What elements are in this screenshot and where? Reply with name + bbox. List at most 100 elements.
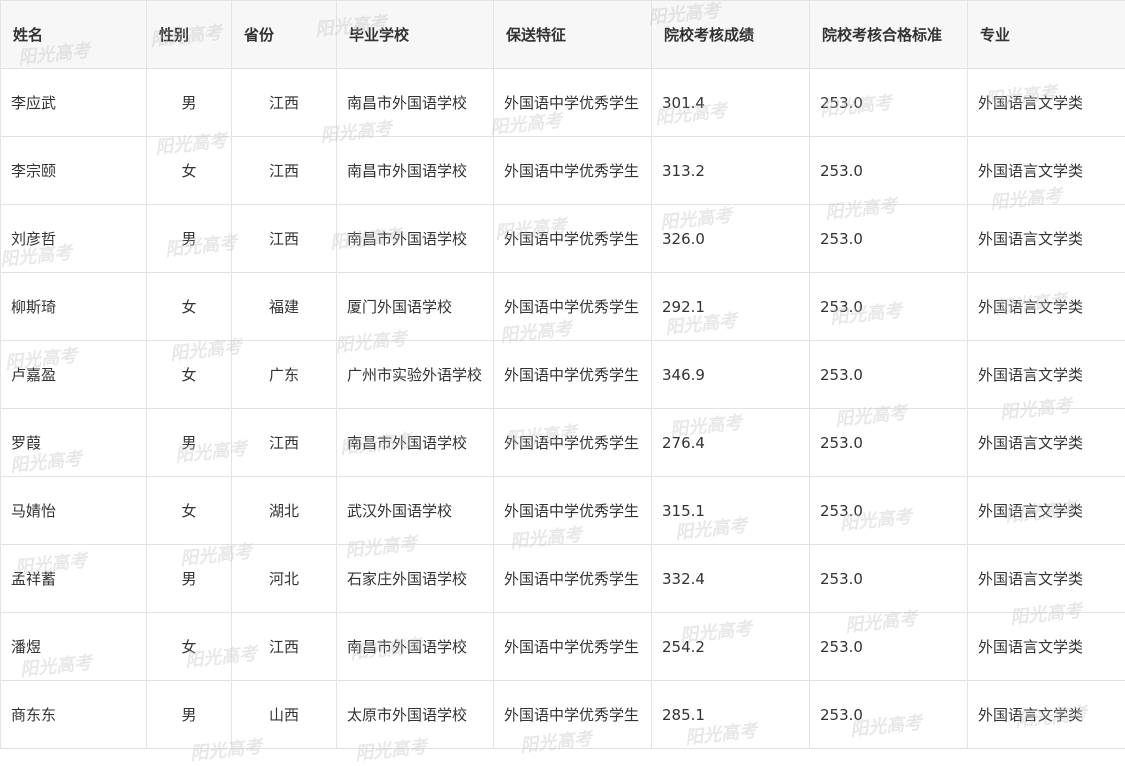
cell-province: 江西 — [232, 137, 337, 205]
cell-name: 卢嘉盈 — [1, 341, 147, 409]
header-name: 姓名 — [1, 1, 147, 69]
admissions-table: 姓名 性别 省份 毕业学校 保送特征 院校考核成绩 院校考核合格标准 专业 李应… — [0, 0, 1125, 749]
cell-feature: 外国语中学优秀学生 — [494, 69, 652, 137]
cell-standard: 253.0 — [810, 137, 968, 205]
cell-gender: 男 — [147, 205, 232, 273]
cell-name: 刘彦哲 — [1, 205, 147, 273]
table-row: 罗葭 男 江西 南昌市外国语学校 外国语中学优秀学生 276.4 253.0 外… — [1, 409, 1125, 477]
cell-province: 山西 — [232, 681, 337, 749]
cell-score: 292.1 — [652, 273, 810, 341]
header-standard: 院校考核合格标准 — [810, 1, 968, 69]
cell-name: 马婧怡 — [1, 477, 147, 545]
cell-gender: 女 — [147, 477, 232, 545]
cell-school: 南昌市外国语学校 — [337, 205, 494, 273]
table-row: 商东东 男 山西 太原市外国语学校 外国语中学优秀学生 285.1 253.0 … — [1, 681, 1125, 749]
cell-major: 外国语言文学类 — [968, 273, 1125, 341]
cell-province: 河北 — [232, 545, 337, 613]
header-row: 姓名 性别 省份 毕业学校 保送特征 院校考核成绩 院校考核合格标准 专业 — [1, 1, 1125, 69]
cell-standard: 253.0 — [810, 545, 968, 613]
cell-province: 湖北 — [232, 477, 337, 545]
table-row: 柳斯琦 女 福建 厦门外国语学校 外国语中学优秀学生 292.1 253.0 外… — [1, 273, 1125, 341]
cell-school: 太原市外国语学校 — [337, 681, 494, 749]
cell-feature: 外国语中学优秀学生 — [494, 477, 652, 545]
cell-province: 江西 — [232, 205, 337, 273]
cell-score: 254.2 — [652, 613, 810, 681]
cell-feature: 外国语中学优秀学生 — [494, 681, 652, 749]
table-row: 刘彦哲 男 江西 南昌市外国语学校 外国语中学优秀学生 326.0 253.0 … — [1, 205, 1125, 273]
cell-school: 南昌市外国语学校 — [337, 137, 494, 205]
table-row: 卢嘉盈 女 广东 广州市实验外语学校 外国语中学优秀学生 346.9 253.0… — [1, 341, 1125, 409]
cell-gender: 女 — [147, 613, 232, 681]
cell-standard: 253.0 — [810, 477, 968, 545]
cell-province: 广东 — [232, 341, 337, 409]
cell-gender: 男 — [147, 681, 232, 749]
cell-name: 商东东 — [1, 681, 147, 749]
cell-name: 李应武 — [1, 69, 147, 137]
cell-school: 厦门外国语学校 — [337, 273, 494, 341]
header-gender: 性别 — [147, 1, 232, 69]
header-major: 专业 — [968, 1, 1125, 69]
cell-province: 江西 — [232, 409, 337, 477]
cell-school: 南昌市外国语学校 — [337, 69, 494, 137]
cell-standard: 253.0 — [810, 205, 968, 273]
cell-major: 外国语言文学类 — [968, 69, 1125, 137]
cell-gender: 男 — [147, 69, 232, 137]
cell-school: 南昌市外国语学校 — [337, 409, 494, 477]
table-row: 马婧怡 女 湖北 武汉外国语学校 外国语中学优秀学生 315.1 253.0 外… — [1, 477, 1125, 545]
header-province: 省份 — [232, 1, 337, 69]
cell-school: 石家庄外国语学校 — [337, 545, 494, 613]
cell-score: 332.4 — [652, 545, 810, 613]
cell-name: 李宗颐 — [1, 137, 147, 205]
cell-name: 孟祥蓄 — [1, 545, 147, 613]
cell-major: 外国语言文学类 — [968, 137, 1125, 205]
cell-major: 外国语言文学类 — [968, 681, 1125, 749]
cell-feature: 外国语中学优秀学生 — [494, 545, 652, 613]
cell-gender: 男 — [147, 409, 232, 477]
cell-major: 外国语言文学类 — [968, 409, 1125, 477]
cell-school: 南昌市外国语学校 — [337, 613, 494, 681]
cell-standard: 253.0 — [810, 613, 968, 681]
cell-score: 285.1 — [652, 681, 810, 749]
table-row: 孟祥蓄 男 河北 石家庄外国语学校 外国语中学优秀学生 332.4 253.0 … — [1, 545, 1125, 613]
cell-feature: 外国语中学优秀学生 — [494, 273, 652, 341]
header-school: 毕业学校 — [337, 1, 494, 69]
table-row: 潘煜 女 江西 南昌市外国语学校 外国语中学优秀学生 254.2 253.0 外… — [1, 613, 1125, 681]
cell-gender: 女 — [147, 341, 232, 409]
cell-feature: 外国语中学优秀学生 — [494, 205, 652, 273]
cell-feature: 外国语中学优秀学生 — [494, 137, 652, 205]
cell-school: 武汉外国语学校 — [337, 477, 494, 545]
cell-score: 346.9 — [652, 341, 810, 409]
cell-feature: 外国语中学优秀学生 — [494, 613, 652, 681]
cell-gender: 女 — [147, 137, 232, 205]
cell-standard: 253.0 — [810, 409, 968, 477]
cell-score: 276.4 — [652, 409, 810, 477]
cell-score: 301.4 — [652, 69, 810, 137]
cell-standard: 253.0 — [810, 273, 968, 341]
cell-major: 外国语言文学类 — [968, 341, 1125, 409]
cell-score: 313.2 — [652, 137, 810, 205]
cell-name: 潘煜 — [1, 613, 147, 681]
cell-standard: 253.0 — [810, 69, 968, 137]
cell-major: 外国语言文学类 — [968, 477, 1125, 545]
cell-province: 江西 — [232, 613, 337, 681]
cell-name: 柳斯琦 — [1, 273, 147, 341]
cell-province: 福建 — [232, 273, 337, 341]
cell-score: 315.1 — [652, 477, 810, 545]
cell-major: 外国语言文学类 — [968, 205, 1125, 273]
cell-major: 外国语言文学类 — [968, 613, 1125, 681]
table-row: 李宗颐 女 江西 南昌市外国语学校 外国语中学优秀学生 313.2 253.0 … — [1, 137, 1125, 205]
cell-school: 广州市实验外语学校 — [337, 341, 494, 409]
cell-name: 罗葭 — [1, 409, 147, 477]
cell-feature: 外国语中学优秀学生 — [494, 341, 652, 409]
cell-standard: 253.0 — [810, 681, 968, 749]
header-score: 院校考核成绩 — [652, 1, 810, 69]
cell-province: 江西 — [232, 69, 337, 137]
cell-feature: 外国语中学优秀学生 — [494, 409, 652, 477]
cell-standard: 253.0 — [810, 341, 968, 409]
cell-gender: 男 — [147, 545, 232, 613]
table-row: 李应武 男 江西 南昌市外国语学校 外国语中学优秀学生 301.4 253.0 … — [1, 69, 1125, 137]
cell-gender: 女 — [147, 273, 232, 341]
cell-score: 326.0 — [652, 205, 810, 273]
cell-major: 外国语言文学类 — [968, 545, 1125, 613]
header-feature: 保送特征 — [494, 1, 652, 69]
